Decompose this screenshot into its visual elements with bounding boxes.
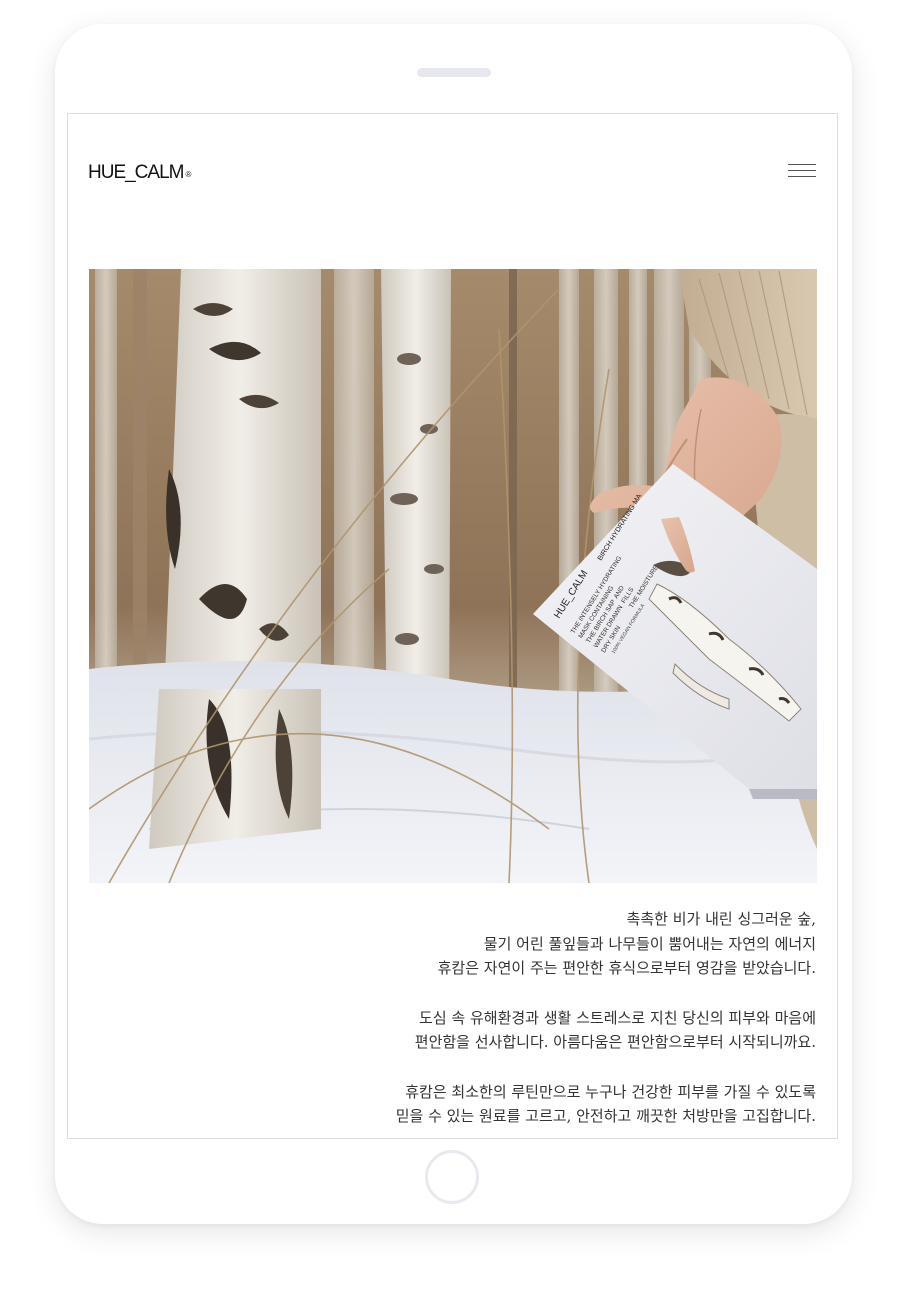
copy-line: 믿을 수 있는 원료를 고르고, 안전하고 깨끗한 처방만을 고집합니다. — [395, 1107, 816, 1125]
hero-illustration: HUE_CALM BIRCH HYDRATING MA THE INTENSEL… — [89, 269, 817, 883]
brand-logo-text: HUE_CALM — [88, 162, 184, 183]
copy-paragraph-3: 휴캄은 최소한의 루틴만으로 누구나 건강한 피부를 가질 수 있도록 믿을 수… — [116, 1080, 816, 1129]
copy-paragraph-2: 도심 속 유해환경과 생활 스트레스로 지친 당신의 피부와 마음에 편안함을 … — [116, 1006, 816, 1055]
mid-birch-trunk — [381, 269, 451, 739]
tablet-screen: HUE_CALM ® HUE_CALM BIRCH HYDRATING MA T… — [67, 113, 838, 1139]
page: HUE_CALM ® HUE_CALM BIRCH HYDRATING MA T… — [0, 0, 911, 1295]
menu-bar-middle — [788, 170, 816, 171]
copy-line: 휴캄은 자연이 주는 편안한 휴식으로부터 영감을 받았습니다. — [437, 959, 816, 977]
tablet-home-button[interactable] — [425, 1150, 479, 1204]
brand-logo-registered-mark: ® — [185, 170, 191, 179]
hero-image: HUE_CALM BIRCH HYDRATING MA THE INTENSEL… — [89, 269, 817, 883]
copy-line: 촉촉한 비가 내린 싱그러운 숲, — [626, 910, 816, 928]
brand-logo[interactable]: HUE_CALM ® — [88, 162, 191, 184]
brand-story-copy: 촉촉한 비가 내린 싱그러운 숲, 물기 어린 풀잎들과 나무들이 뿜어내는 자… — [116, 907, 816, 1138]
copy-line: 물기 어린 풀잎들과 나무들이 뿜어내는 자연의 에너지 — [483, 934, 816, 953]
menu-bar-bottom — [788, 176, 816, 177]
menu-bar-top — [788, 164, 816, 165]
copy-line: 편안함을 선사합니다. 아름다움은 편안함으로부터 시작되니까요. — [414, 1033, 816, 1051]
hamburger-menu-icon[interactable] — [788, 164, 816, 180]
copy-line: 도심 속 유해환경과 생활 스트레스로 지친 당신의 피부와 마음에 — [419, 1008, 816, 1027]
copy-line: 휴캄은 최소한의 루틴만으로 누구나 건강한 피부를 가질 수 있도록 — [405, 1082, 816, 1101]
tablet-speaker — [417, 68, 491, 77]
copy-paragraph-1: 촉촉한 비가 내린 싱그러운 숲, 물기 어린 풀잎들과 나무들이 뿜어내는 자… — [116, 907, 816, 981]
